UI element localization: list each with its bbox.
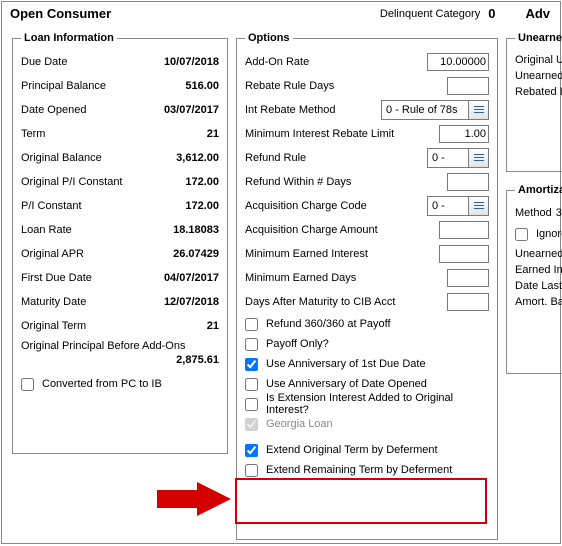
dropdown-list-icon[interactable] bbox=[468, 197, 488, 215]
maturity-date-label: Maturity Date bbox=[21, 296, 149, 308]
days-after-maturity-label: Days After Maturity to CIB Acct bbox=[245, 296, 447, 308]
refund-rule-value: 0 - bbox=[428, 152, 468, 164]
principal-balance-value: 516.00 bbox=[149, 80, 219, 92]
loan-legend: Loan Information bbox=[21, 32, 117, 44]
refund-rule-combo[interactable]: 0 - bbox=[427, 148, 489, 168]
converted-label: Converted from PC to IB bbox=[42, 378, 162, 390]
payoff-only-label: Payoff Only? bbox=[266, 338, 329, 350]
options-group: Options Add-On Rate Rebate Rule Days Int… bbox=[236, 32, 498, 540]
first-due-date-label: First Due Date bbox=[21, 272, 149, 284]
extend-rem-term-checkbox[interactable] bbox=[245, 464, 258, 477]
maturity-date-value: 12/07/2018 bbox=[149, 296, 219, 308]
principal-balance-label: Principal Balance bbox=[21, 80, 149, 92]
method-label: Method bbox=[515, 207, 552, 219]
original-apr-label: Original APR bbox=[21, 248, 149, 260]
min-earned-days-input[interactable] bbox=[447, 269, 489, 287]
refund-within-days-label: Refund Within # Days bbox=[245, 176, 447, 188]
dropdown-list-icon[interactable] bbox=[468, 101, 488, 119]
refund-rule-label: Refund Rule bbox=[245, 152, 427, 164]
extend-orig-term-label: Extend Original Term by Deferment bbox=[266, 444, 438, 456]
acq-charge-code-label: Acquisition Charge Code bbox=[245, 200, 427, 212]
earned-int-label: Earned Inter bbox=[515, 264, 562, 276]
rebate-rule-days-label: Rebate Rule Days bbox=[245, 80, 447, 92]
min-int-rebate-limit-label: Minimum Interest Rebate Limit bbox=[245, 128, 439, 140]
extend-orig-term-checkbox[interactable] bbox=[245, 444, 258, 457]
original-balance-label: Original Balance bbox=[21, 152, 149, 164]
georgia-loan-checkbox bbox=[245, 418, 258, 431]
orig-unearned-label: Original Unea bbox=[515, 54, 562, 66]
int-rebate-method-value: 0 - Rule of 78s bbox=[382, 104, 468, 116]
unearned-legend: Unearned bbox=[515, 32, 562, 44]
use-anniv-due-checkbox[interactable] bbox=[245, 358, 258, 371]
orig-pi-constant-label: Original P/I Constant bbox=[21, 176, 149, 188]
min-earned-days-label: Minimum Earned Days bbox=[245, 272, 447, 284]
original-apr-value: 26.07429 bbox=[149, 248, 219, 260]
ext-int-added-label: Is Extension Interest Added to Original … bbox=[266, 392, 489, 416]
date-opened-value: 03/07/2017 bbox=[149, 104, 219, 116]
acq-charge-code-value: 0 - bbox=[428, 200, 468, 212]
unearned-int-label: Unearned Int bbox=[515, 70, 562, 82]
term-value: 21 bbox=[149, 128, 219, 140]
loan-information-group: Loan Information Due Date10/07/2018 Prin… bbox=[12, 32, 228, 454]
min-int-rebate-limit-input[interactable] bbox=[439, 125, 489, 143]
use-anniv-due-label: Use Anniversary of 1st Due Date bbox=[266, 358, 426, 370]
converted-checkbox[interactable] bbox=[21, 378, 34, 391]
ext-int-added-checkbox[interactable] bbox=[245, 398, 258, 411]
amortization-group: Amortizatio Method 3 - Ignore Ru Unearne… bbox=[506, 184, 562, 374]
rebated-int-label: Rebated Inte bbox=[515, 86, 562, 98]
amort-method-combo[interactable]: 3 - bbox=[556, 207, 562, 219]
orig-principal-before-addons-value: 2,875.61 bbox=[21, 354, 219, 366]
payoff-only-checkbox[interactable] bbox=[245, 338, 258, 351]
original-balance-value: 3,612.00 bbox=[149, 152, 219, 164]
loan-rate-value: 18.18083 bbox=[149, 224, 219, 236]
addon-rate-label: Add-On Rate bbox=[245, 56, 427, 68]
amort-balance-label: Amort. Balan bbox=[515, 296, 562, 308]
georgia-loan-label: Georgia Loan bbox=[266, 418, 333, 430]
int-rebate-method-combo[interactable]: 0 - Rule of 78s bbox=[381, 100, 489, 120]
adv-label: Adv bbox=[525, 6, 550, 21]
ignore-ru-label: Ignore Ru bbox=[536, 228, 562, 240]
original-term-label: Original Term bbox=[21, 320, 149, 332]
term-label: Term bbox=[21, 128, 149, 140]
date-last-am-label: Date Last Am bbox=[515, 280, 562, 292]
unearned-group: Unearned Original Unea Unearned Int Reba… bbox=[506, 32, 562, 172]
pi-constant-label: P/I Constant bbox=[21, 200, 149, 212]
refund-within-days-input[interactable] bbox=[447, 173, 489, 191]
date-opened-label: Date Opened bbox=[21, 104, 149, 116]
min-earned-interest-label: Minimum Earned Interest bbox=[245, 248, 439, 260]
amort-method-value: 3 - bbox=[556, 207, 562, 219]
pi-constant-value: 172.00 bbox=[149, 200, 219, 212]
loan-rate-label: Loan Rate bbox=[21, 224, 149, 236]
extend-rem-term-label: Extend Remaining Term by Deferment bbox=[266, 464, 452, 476]
amort-legend: Amortizatio bbox=[515, 184, 562, 196]
ignore-ru-checkbox[interactable] bbox=[515, 228, 528, 241]
addon-rate-input[interactable] bbox=[427, 53, 489, 71]
acq-charge-amount-label: Acquisition Charge Amount bbox=[245, 224, 439, 236]
annotation-arrow-icon bbox=[157, 482, 231, 516]
min-earned-interest-input[interactable] bbox=[439, 245, 489, 263]
options-legend: Options bbox=[245, 32, 293, 44]
use-anniv-opened-label: Use Anniversary of Date Opened bbox=[266, 378, 427, 390]
delcat-label: Delinquent Category bbox=[380, 8, 480, 20]
days-after-maturity-input[interactable] bbox=[447, 293, 489, 311]
original-term-value: 21 bbox=[149, 320, 219, 332]
orig-principal-before-addons-label: Original Principal Before Add-Ons bbox=[21, 340, 185, 352]
first-due-date-value: 04/07/2017 bbox=[149, 272, 219, 284]
orig-pi-constant-value: 172.00 bbox=[149, 176, 219, 188]
int-rebate-method-label: Int Rebate Method bbox=[245, 104, 381, 116]
refund-360-checkbox[interactable] bbox=[245, 318, 258, 331]
due-date-label: Due Date bbox=[21, 56, 149, 68]
use-anniv-opened-checkbox[interactable] bbox=[245, 378, 258, 391]
refund-360-label: Refund 360/360 at Payoff bbox=[266, 318, 391, 330]
rebate-rule-days-input[interactable] bbox=[447, 77, 489, 95]
due-date-value: 10/07/2018 bbox=[149, 56, 219, 68]
acq-charge-amount-input[interactable] bbox=[439, 221, 489, 239]
amort-unearned-int-label: Unearned Int bbox=[515, 248, 562, 260]
delcat-value: 0 bbox=[488, 6, 495, 21]
dropdown-list-icon[interactable] bbox=[468, 149, 488, 167]
acq-charge-code-combo[interactable]: 0 - bbox=[427, 196, 489, 216]
page-title: Open Consumer bbox=[10, 6, 111, 21]
